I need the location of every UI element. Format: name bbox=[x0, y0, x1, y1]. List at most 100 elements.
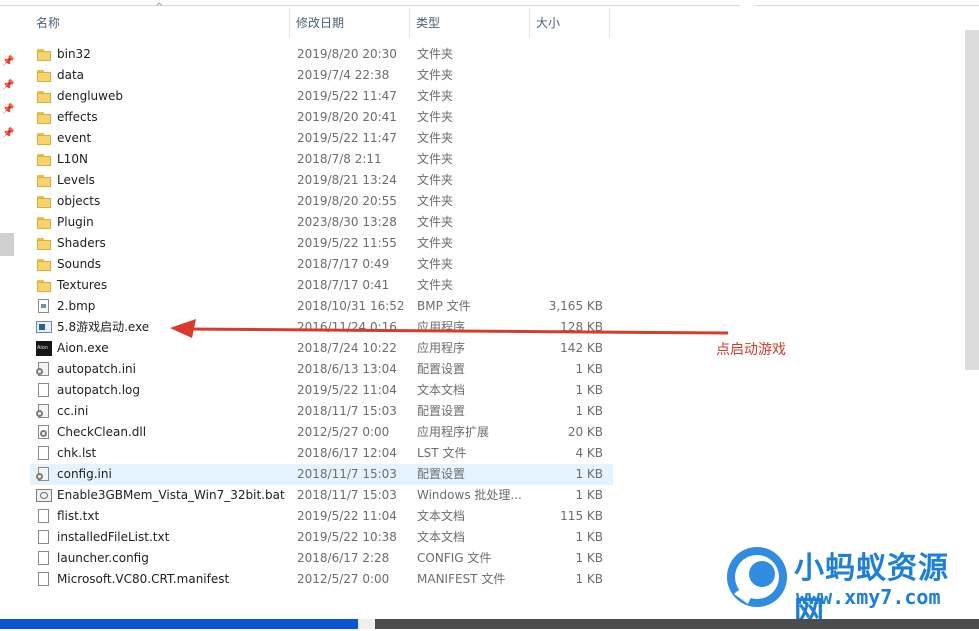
file-type: 文件夹 bbox=[417, 278, 454, 292]
file-row[interactable]: 2.bmp 2018/10/31 16:52 BMP 文件 3,165 KB bbox=[30, 296, 613, 317]
aion-exe-icon bbox=[36, 341, 52, 356]
file-row[interactable]: L10N 2018/7/8 2:11 文件夹 bbox=[30, 149, 613, 170]
file-type: 文件夹 bbox=[417, 110, 454, 124]
file-row[interactable]: autopatch.log 2019/5/22 11:04 文本文档 1 KB bbox=[30, 380, 613, 401]
file-type: 应用程序 bbox=[417, 320, 466, 334]
file-type: 文件夹 bbox=[417, 173, 454, 187]
file-row[interactable]: event 2019/5/22 11:47 文件夹 bbox=[30, 128, 613, 149]
file-row[interactable]: launcher.config 2018/6/17 2:28 CONFIG 文件 1 … bbox=[30, 548, 613, 569]
file-size: 1 KB bbox=[575, 467, 603, 481]
file-type: 配置设置 bbox=[417, 467, 466, 481]
file-row[interactable]: Textures 2018/7/17 0:41 文件夹 bbox=[30, 275, 613, 296]
file-row[interactable]: 5.8游戏启动.exe 2016/11/24 0:16 应用程序 128 KB bbox=[30, 317, 613, 338]
file-name: installedFileList.txt bbox=[57, 530, 170, 544]
file-row[interactable]: CheckClean.dll 2012/5/27 0:00 应用程序扩展 20 KB bbox=[30, 422, 613, 443]
file-modified-date: 2012/5/27 0:00 bbox=[297, 425, 390, 439]
file-row[interactable]: bin32 2019/8/20 20:30 文件夹 bbox=[30, 44, 613, 65]
file-size: 4 KB bbox=[575, 446, 603, 460]
file-type: 文件夹 bbox=[417, 131, 454, 145]
file-modified-date: 2019/5/22 11:55 bbox=[297, 236, 397, 250]
file-row[interactable]: autopatch.ini 2018/6/13 13:04 配置设置 1 KB bbox=[30, 359, 613, 380]
file-type: 文件夹 bbox=[417, 152, 454, 166]
file-row[interactable]: Shaders 2019/5/22 11:55 文件夹 bbox=[30, 233, 613, 254]
file-size: 115 KB bbox=[560, 509, 603, 523]
file-row-partial[interactable] bbox=[30, 590, 613, 600]
file-row[interactable]: objects 2019/8/20 20:55 文件夹 bbox=[30, 191, 613, 212]
file-type: LST 文件 bbox=[417, 446, 467, 460]
file-name: autopatch.log bbox=[57, 383, 140, 397]
column-header-name[interactable]: 名称 bbox=[30, 8, 290, 38]
file-name: objects bbox=[57, 194, 101, 208]
file-name: L10N bbox=[57, 152, 88, 166]
file-name: CheckClean.dll bbox=[57, 425, 147, 439]
file-name: data bbox=[57, 68, 85, 82]
file-type: 文件夹 bbox=[417, 257, 454, 271]
file-row[interactable]: Sounds 2018/7/17 0:49 文件夹 bbox=[30, 254, 613, 275]
text-file-icon bbox=[36, 509, 52, 524]
file-name: Textures bbox=[57, 278, 108, 292]
file-row[interactable]: effects 2019/8/20 20:41 文件夹 bbox=[30, 107, 613, 128]
file-size: 1 KB bbox=[575, 551, 603, 565]
nav-selected-item[interactable] bbox=[0, 233, 14, 256]
file-row[interactable]: Aion.exe 2018/7/24 10:22 应用程序 142 KB bbox=[30, 338, 613, 359]
file-name: bin32 bbox=[57, 47, 91, 61]
file-name: 2.bmp bbox=[57, 299, 96, 313]
file-modified-date: 2016/11/24 0:16 bbox=[297, 320, 397, 334]
config-file-icon bbox=[36, 467, 52, 482]
file-row[interactable]: dengluweb 2019/5/22 11:47 文件夹 bbox=[30, 86, 613, 107]
file-modified-date: 2019/5/22 10:38 bbox=[297, 530, 397, 544]
file-row[interactable]: data 2019/7/4 22:38 文件夹 bbox=[30, 65, 613, 86]
pin-icon[interactable]: 📌 bbox=[2, 80, 14, 92]
dll-file-icon bbox=[36, 425, 52, 440]
file-row[interactable]: chk.lst 2018/6/17 12:04 LST 文件 4 KB bbox=[30, 443, 613, 464]
file-row[interactable]: Enable3GBMem_Vista_Win7_32bit.bat 2018/11… bbox=[30, 485, 613, 506]
column-header-size[interactable]: 大小 bbox=[530, 8, 610, 38]
folder-icon bbox=[36, 68, 52, 83]
file-modified-date: 2018/6/17 2:28 bbox=[297, 551, 390, 565]
file-type: 文件夹 bbox=[417, 47, 454, 61]
file-row[interactable]: Plugin 2023/8/30 13:28 文件夹 bbox=[30, 212, 613, 233]
app-exe-icon bbox=[36, 320, 52, 335]
right-pane-edge bbox=[965, 30, 979, 370]
file-list: bin32 2019/8/20 20:30 文件夹 data 2019/7/4 22:3… bbox=[30, 44, 613, 600]
column-header-date[interactable]: 修改日期 bbox=[290, 8, 410, 38]
pin-icon[interactable]: 📌 bbox=[2, 56, 14, 68]
file-modified-date: 2019/7/4 22:38 bbox=[297, 68, 390, 82]
pin-icon[interactable]: 📌 bbox=[2, 128, 14, 140]
file-size: 20 KB bbox=[567, 425, 603, 439]
file-row[interactable]: flist.txt 2019/5/22 11:04 文本文档 115 KB bbox=[30, 506, 613, 527]
folder-icon bbox=[36, 173, 52, 188]
file-modified-date: 2012/5/27 0:00 bbox=[297, 572, 390, 586]
file-name: Shaders bbox=[57, 236, 106, 250]
file-row[interactable]: Microsoft.VC80.CRT.manifest 2012/5/27 0:0… bbox=[30, 569, 613, 590]
file-row[interactable]: installedFileList.txt 2019/5/22 10:38 文本文档… bbox=[30, 527, 613, 548]
file-modified-date: 2019/8/20 20:41 bbox=[297, 110, 397, 124]
file-row[interactable]: cc.ini 2018/11/7 15:03 配置设置 1 KB bbox=[30, 401, 613, 422]
navigation-pane: 📌 📌 📌 📌 bbox=[0, 6, 17, 620]
folder-icon bbox=[36, 194, 52, 209]
file-type: 配置设置 bbox=[417, 362, 466, 376]
file-modified-date: 2019/8/20 20:30 bbox=[297, 47, 397, 61]
watermark-url: www.xmy7.com bbox=[796, 585, 941, 609]
file-name: cc.ini bbox=[57, 404, 89, 418]
file-type: BMP 文件 bbox=[417, 299, 471, 313]
file-type: Windows 批处理... bbox=[417, 488, 522, 502]
folder-icon bbox=[36, 236, 52, 251]
file-name: event bbox=[57, 131, 92, 145]
file-row[interactable]: Levels 2019/8/21 13:24 文件夹 bbox=[30, 170, 613, 191]
file-type: 文本文档 bbox=[417, 530, 466, 544]
file-type: 文件夹 bbox=[417, 68, 454, 82]
file-name: launcher.config bbox=[57, 551, 149, 565]
file-name: chk.lst bbox=[57, 446, 97, 460]
pin-icon[interactable]: 📌 bbox=[2, 104, 14, 116]
file-type: MANIFEST 文件 bbox=[417, 572, 506, 586]
file-modified-date: 2019/8/20 20:55 bbox=[297, 194, 397, 208]
file-row[interactable]: config.ini 2018/11/7 15:03 配置设置 1 KB bbox=[30, 464, 613, 485]
folder-icon bbox=[36, 110, 52, 125]
file-name: Levels bbox=[57, 173, 95, 187]
file-type: 文件夹 bbox=[417, 89, 454, 103]
file-type: 文件夹 bbox=[417, 194, 454, 208]
column-header-type[interactable]: 类型 bbox=[410, 8, 530, 38]
file-size: 1 KB bbox=[575, 362, 603, 376]
file-modified-date: 2018/6/13 13:04 bbox=[297, 362, 397, 376]
